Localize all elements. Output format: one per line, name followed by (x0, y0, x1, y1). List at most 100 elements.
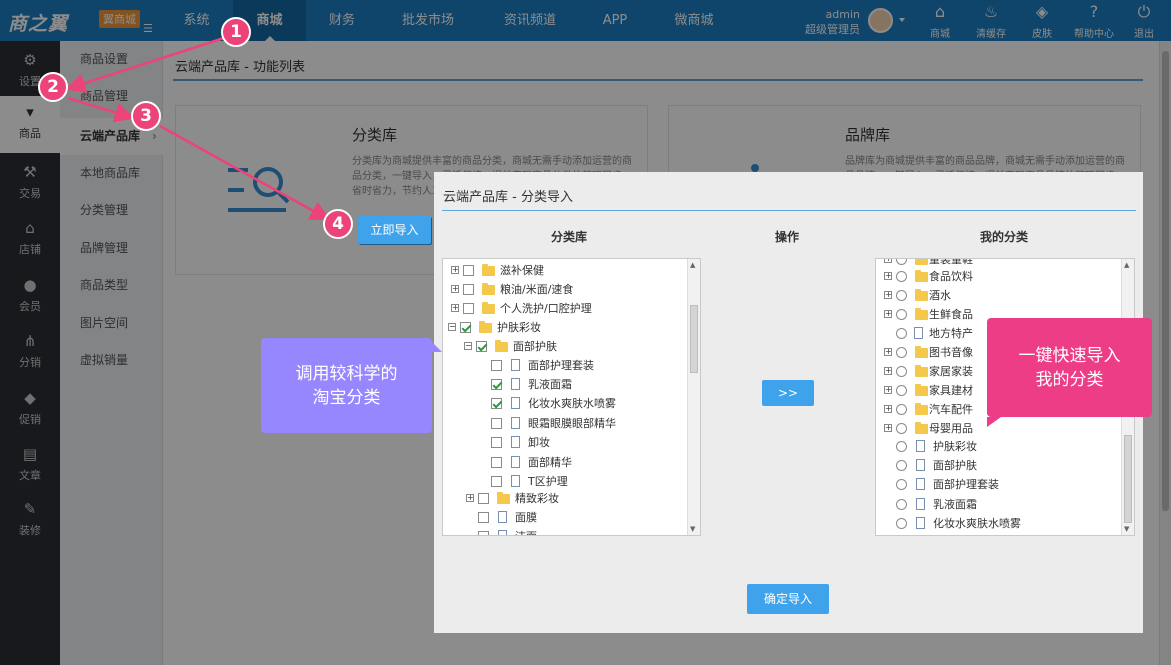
tree-node[interactable]: 面部护理套装 (876, 475, 1121, 494)
submenu-virtual-sales[interactable]: 虚拟销量 (60, 342, 163, 379)
radio[interactable] (896, 347, 907, 358)
radio[interactable] (896, 479, 907, 490)
chevron-down-icon[interactable] (899, 18, 905, 22)
radio[interactable] (896, 441, 907, 452)
submenu-local-product-library[interactable]: 本地商品库 (60, 155, 163, 192)
tree-node[interactable]: 乳液面霜 (443, 375, 688, 394)
expand-icon[interactable]: + (884, 405, 892, 413)
radio[interactable] (896, 404, 907, 415)
expand-icon[interactable]: + (884, 310, 892, 318)
sidebar-item-store[interactable]: ⌂ 店铺 (0, 212, 60, 264)
checkbox[interactable] (463, 284, 474, 295)
radio[interactable] (896, 460, 907, 471)
nav-wholesale-market[interactable]: 批发市场 (378, 0, 478, 41)
logo[interactable]: 商之翼 翼商城 ☰ (0, 0, 160, 41)
sidebar-item-decoration[interactable]: ✎ 装修 (0, 493, 60, 545)
nav-news-channel[interactable]: 资讯频道 (478, 0, 582, 41)
tree-scrollbar[interactable]: ▲ ▼ (687, 259, 700, 535)
tree-node[interactable]: + 精致彩妆 (443, 489, 688, 508)
scroll-up-icon[interactable]: ▲ (1124, 261, 1129, 269)
submenu-goods-type[interactable]: 商品类型 (60, 267, 163, 304)
scroll-up-icon[interactable]: ▲ (690, 261, 695, 269)
scrollbar-thumb[interactable] (690, 305, 698, 373)
tree-node[interactable]: 乳液面霜 (876, 495, 1121, 514)
tool-mall[interactable]: ⌂ 商城 (917, 3, 963, 41)
tree-node[interactable]: − 护肤彩妆 (443, 318, 688, 337)
page-scrollbar[interactable] (1159, 41, 1171, 665)
tree-node[interactable]: 面部精华 (443, 453, 688, 472)
radio[interactable] (896, 271, 907, 282)
menu-toggle-icon[interactable]: ☰ (143, 22, 153, 35)
collapse-icon[interactable]: − (448, 323, 456, 331)
radio[interactable] (896, 328, 907, 339)
checkbox-checked[interactable] (460, 322, 471, 333)
submenu-goods-settings[interactable]: 商品设置 (60, 41, 163, 78)
tree-node[interactable]: − 面部护肤 (443, 337, 688, 356)
tree-node[interactable]: 眼霜眼膜眼部精华 (443, 414, 688, 433)
checkbox[interactable] (491, 457, 502, 468)
checkbox[interactable] (491, 476, 502, 487)
expand-icon[interactable]: + (884, 291, 892, 299)
radio[interactable] (896, 290, 907, 301)
tool-clear-cache[interactable]: ♨ 清缓存 (968, 3, 1014, 41)
scroll-down-icon[interactable]: ▼ (1124, 525, 1129, 533)
checkbox[interactable] (478, 512, 489, 523)
expand-icon[interactable]: + (884, 424, 892, 432)
radio[interactable] (896, 385, 907, 396)
move-right-button[interactable]: >> (762, 380, 814, 406)
checkbox-checked[interactable] (491, 398, 502, 409)
expand-icon[interactable]: + (884, 259, 892, 263)
checkbox[interactable] (491, 418, 502, 429)
tree-node[interactable]: + 粮油/米面/速食 (443, 280, 688, 299)
radio[interactable] (896, 518, 907, 529)
radio[interactable] (896, 259, 907, 265)
radio[interactable] (896, 499, 907, 510)
submenu-brand-management[interactable]: 品牌管理 (60, 230, 163, 267)
user-menu[interactable]: admin 超级管理员 (800, 6, 910, 36)
tool-help[interactable]: ? 帮助中心 (1071, 3, 1117, 41)
checkbox-checked[interactable] (476, 341, 487, 352)
sidebar-item-distribution[interactable]: ⋔ 分销 (0, 325, 60, 377)
scrollbar-thumb[interactable] (1124, 435, 1132, 523)
tree-node[interactable]: + 滋补保健 (443, 261, 688, 280)
checkbox[interactable] (478, 493, 489, 504)
collapse-icon[interactable]: − (464, 342, 472, 350)
scrollbar-thumb[interactable] (1162, 51, 1169, 511)
tree-node[interactable]: 化妆水爽肤水喷雾 (876, 514, 1121, 533)
expand-icon[interactable]: + (884, 272, 892, 280)
sidebar-item-member[interactable]: ● 会员 (0, 269, 60, 321)
checkbox[interactable] (491, 360, 502, 371)
sidebar-item-goods[interactable]: ▾ 商品 (0, 96, 60, 153)
sidebar-item-article[interactable]: ▤ 文章 (0, 438, 60, 490)
checkbox-checked[interactable] (491, 379, 502, 390)
nav-app[interactable]: APP (582, 0, 648, 41)
checkbox[interactable] (491, 437, 502, 448)
avatar[interactable] (868, 8, 893, 33)
nav-micro-mall[interactable]: 微商城 (648, 0, 740, 41)
expand-icon[interactable]: + (451, 266, 459, 274)
tree-node[interactable]: 面部护理套装 (443, 356, 688, 375)
tool-logout[interactable]: ⏻ 退出 (1121, 3, 1167, 41)
sidebar-item-promotion[interactable]: ◆ 促销 (0, 382, 60, 434)
checkbox[interactable] (463, 265, 474, 276)
tree-node[interactable]: + 个人洗护/口腔护理 (443, 299, 688, 318)
radio[interactable] (896, 366, 907, 377)
expand-icon[interactable]: + (451, 285, 459, 293)
tree-node[interactable]: 面部护肤 (876, 456, 1121, 475)
expand-icon[interactable]: + (884, 367, 892, 375)
tree-node[interactable]: 面膜 (443, 508, 688, 527)
tree-node[interactable]: 护肤彩妆 (876, 437, 1121, 456)
confirm-import-button[interactable]: 确定导入 (747, 584, 829, 614)
expand-icon[interactable]: + (451, 304, 459, 312)
tree-node[interactable]: + 酒水 (876, 286, 1121, 305)
submenu-image-space[interactable]: 图片空间 (60, 305, 163, 342)
tree-node[interactable]: 卸妆 (443, 433, 688, 452)
nav-finance[interactable]: 财务 (306, 0, 378, 41)
tree-node[interactable]: 化妆水爽肤水喷雾 (443, 394, 688, 413)
expand-icon[interactable]: + (884, 348, 892, 356)
import-now-button-highlight[interactable]: 立即导入 (358, 216, 431, 244)
tree-node[interactable]: 洁面 (443, 527, 688, 535)
checkbox[interactable] (478, 531, 489, 535)
scroll-down-icon[interactable]: ▼ (690, 525, 695, 533)
checkbox[interactable] (463, 303, 474, 314)
